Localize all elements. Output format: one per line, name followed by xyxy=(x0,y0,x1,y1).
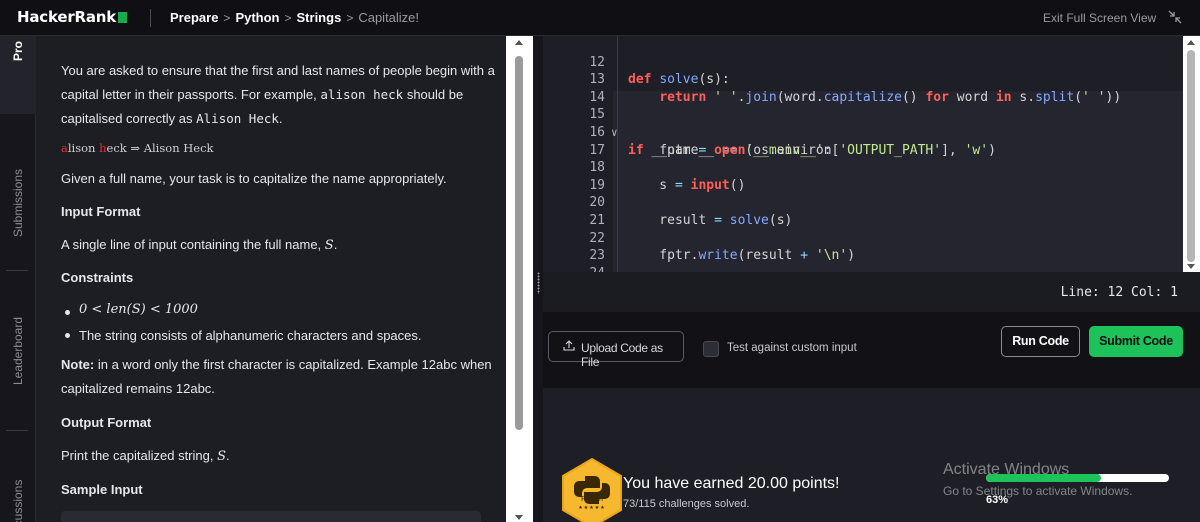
points-panel: Python ★★★★★ You have earned 20.00 point… xyxy=(543,388,1200,522)
sample-input-box xyxy=(61,511,481,522)
code-line: 14 xyxy=(589,89,605,105)
side-tabs: Pro Submissions Leaderboard cussions xyxy=(0,36,36,522)
progress-percent: 63% xyxy=(986,494,1009,506)
input-format-heading: Input Format xyxy=(61,204,141,219)
bullet xyxy=(65,333,70,338)
breadcrumb-strings[interactable]: Strings xyxy=(297,10,342,25)
progress-bar xyxy=(986,474,1169,482)
breadcrumb-current: Capitalize! xyxy=(358,10,420,25)
problem-scrollbar[interactable] xyxy=(506,36,533,522)
exit-fullscreen-link[interactable]: Exit Full Screen View xyxy=(1043,11,1156,25)
code-line: 19 xyxy=(589,177,605,193)
code-line: 18 s = input() xyxy=(589,160,746,193)
hackerrank-logo[interactable]: HackerRank xyxy=(17,8,128,26)
bullet xyxy=(65,310,70,315)
code-editor[interactable]: 12 def solve(s): 13 return ' '.join(word… xyxy=(543,36,1183,272)
task-text: Given a full name, your task is to capit… xyxy=(61,171,447,186)
badge-label: Python xyxy=(581,496,603,503)
collapse-icon[interactable] xyxy=(1168,10,1182,24)
tab-divider xyxy=(6,430,28,431)
submit-code-button[interactable]: Submit Code xyxy=(1089,326,1183,357)
intro-line-3: capitalised correctly as Alison Heck. xyxy=(61,111,283,126)
note-line-1: Note: in a word only the first character… xyxy=(61,357,492,372)
scroll-up-arrow-icon[interactable] xyxy=(1187,40,1195,45)
python-badge-icon xyxy=(562,458,622,522)
tab-problem-label[interactable]: Pro xyxy=(0,36,36,66)
cursor-position: Line: 12 Col: 1 xyxy=(1060,285,1178,300)
scrollbar-thumb[interactable] xyxy=(515,56,523,430)
code-line: 12 def solve(s): xyxy=(589,54,730,88)
code-line: 17 xyxy=(589,142,605,158)
sample-input-heading: Sample Input xyxy=(61,482,143,497)
upload-icon xyxy=(563,340,575,351)
note-line-2: capitalized remains 12abc. xyxy=(61,381,215,396)
code-line: 22 fptr.write(result + '\n') xyxy=(589,230,856,264)
input-format-text: A single line of input containing the fu… xyxy=(61,237,338,253)
code-line: 16 fptr = open(os.environ['OUTPUT_PATH']… xyxy=(589,124,996,158)
tab-divider xyxy=(6,270,28,271)
windows-watermark-text: Go to Settings to activate Windows. xyxy=(943,484,1133,498)
scrollbar-thumb[interactable] xyxy=(1187,50,1195,262)
action-bar: Upload Code as File Test against custom … xyxy=(543,312,1200,382)
drag-handle-icon[interactable] xyxy=(537,272,540,294)
intro-line-2: capital letter in their passports. For e… xyxy=(61,87,464,102)
nav-divider xyxy=(150,9,151,27)
chevron-right-icon: > xyxy=(223,11,231,25)
code-line: 15 ∨ if __name__ == '__main__': xyxy=(589,107,832,158)
chevron-right-icon: > xyxy=(284,11,292,25)
code-line: 21 xyxy=(589,212,605,228)
tab-leaderboard[interactable]: Leaderboard xyxy=(0,296,36,406)
code-line: 20 result = solve(s) xyxy=(589,195,793,228)
constraint-length: 0 < len(S) < 1000 xyxy=(79,302,198,317)
custom-input-checkbox[interactable] xyxy=(703,341,719,357)
scroll-down-arrow-icon[interactable] xyxy=(515,515,523,520)
run-code-button[interactable]: Run Code xyxy=(1001,326,1080,357)
breadcrumb-prepare[interactable]: Prepare xyxy=(170,10,218,25)
app-root: HackerRank Prepare > Python > Strings > Capita… xyxy=(0,0,1200,522)
scroll-up-arrow-icon[interactable] xyxy=(515,40,523,45)
problem-statement: You are asked to ensure that the first a… xyxy=(36,36,506,522)
top-nav: HackerRank Prepare > Python > Strings > Capita… xyxy=(0,0,1200,36)
scroll-down-arrow-icon[interactable] xyxy=(1187,264,1195,269)
challenges-solved: 73/115 challenges solved. xyxy=(623,498,750,510)
example-transform: alison heck ⇒ Alison Heck xyxy=(61,141,214,155)
breadcrumb: Prepare > Python > Strings > Capitalize! xyxy=(170,10,419,25)
editor-scrollbar[interactable] xyxy=(1183,36,1200,272)
output-format-text: Print the capitalized string, S. xyxy=(61,448,230,464)
progress-fill xyxy=(986,474,1102,482)
code-line: 13 return ' '.join(word.capitalize() for… xyxy=(589,72,1122,105)
intro-line-1: You are asked to ensure that the first a… xyxy=(61,63,495,78)
code-line: 23 xyxy=(589,248,605,264)
chevron-right-icon: > xyxy=(346,11,354,25)
code-line: 24 fptr.close() xyxy=(543,247,1183,272)
tab-discussions[interactable]: cussions xyxy=(0,468,36,522)
custom-input-label[interactable]: Test against custom input xyxy=(727,342,857,354)
constraint-chars: The string consists of alphanumeric char… xyxy=(79,328,422,343)
code-line: 25 xyxy=(543,265,1183,272)
points-earned: You have earned 20.00 points! xyxy=(623,475,840,492)
constraints-heading: Constraints xyxy=(61,270,134,285)
editor-status-bar: Line: 12 Col: 1 xyxy=(543,272,1200,312)
output-format-heading: Output Format xyxy=(61,415,152,430)
tab-submissions[interactable]: Submissions xyxy=(0,148,36,258)
upload-code-button[interactable]: Upload Code as File xyxy=(548,331,684,369)
badge-stars: ★★★★★ xyxy=(578,505,606,511)
breadcrumb-python[interactable]: Python xyxy=(235,10,279,25)
